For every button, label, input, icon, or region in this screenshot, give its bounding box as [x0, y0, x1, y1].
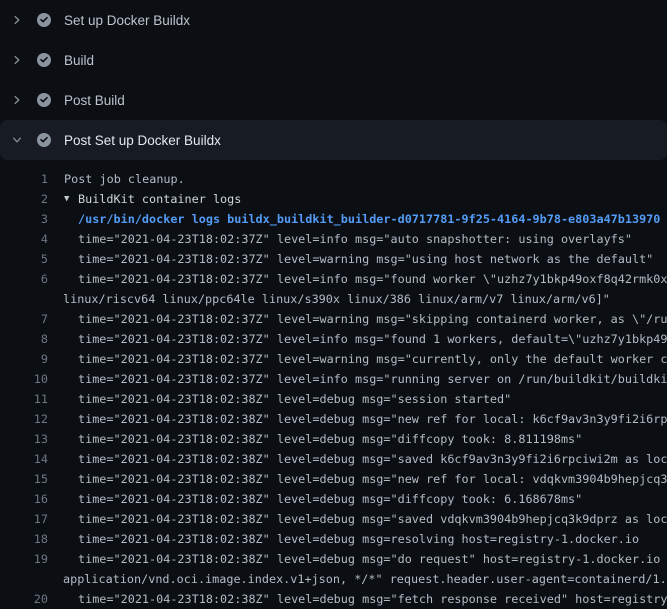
log-text: time="2021-04-23T18:02:37Z" level=warnin… — [78, 309, 667, 329]
log-text: time="2021-04-23T18:02:38Z" level=debug … — [78, 589, 667, 609]
log-line: application/vnd.oci.image.index.v1+json,… — [0, 569, 667, 589]
log-line: 8 time="2021-04-23T18:02:37Z" level=info… — [0, 329, 667, 349]
log-text: time="2021-04-23T18:02:37Z" level=info m… — [78, 229, 632, 249]
log-line: 13 time="2021-04-23T18:02:38Z" level=deb… — [0, 429, 667, 449]
chevron-right-icon[interactable] — [11, 14, 23, 26]
log-text: time="2021-04-23T18:02:38Z" level=debug … — [78, 529, 639, 549]
step-label: Post Build — [64, 93, 125, 108]
step-label: Set up Docker Buildx — [64, 13, 190, 28]
line-number[interactable]: 16 — [0, 489, 48, 509]
log-line: 10 time="2021-04-23T18:02:37Z" level=inf… — [0, 369, 667, 389]
line-number[interactable]: 15 — [0, 469, 48, 489]
step-header-0[interactable]: Set up Docker Buildx — [0, 0, 667, 40]
log-line: 4 time="2021-04-23T18:02:37Z" level=info… — [0, 229, 667, 249]
log-line: 6 time="2021-04-23T18:02:37Z" level=info… — [0, 269, 667, 289]
line-number[interactable]: 4 — [0, 229, 48, 249]
success-check-circle-icon — [37, 133, 51, 147]
chevron-down-icon[interactable] — [11, 134, 23, 146]
log-text: time="2021-04-23T18:02:38Z" level=debug … — [78, 469, 667, 489]
log-text: time="2021-04-23T18:02:38Z" level=debug … — [78, 389, 511, 409]
log-line: 20 time="2021-04-23T18:02:38Z" level=deb… — [0, 589, 667, 609]
log-line: 3 /usr/bin/docker logs buildx_buildkit_b… — [0, 209, 667, 229]
line-number[interactable]: 6 — [0, 269, 48, 289]
log-text: time="2021-04-23T18:02:38Z" level=debug … — [78, 489, 582, 509]
log-line: 11 time="2021-04-23T18:02:38Z" level=deb… — [0, 389, 667, 409]
step-label: Post Set up Docker Buildx — [64, 133, 221, 148]
step-list: Set up Docker Buildx Build P — [0, 0, 667, 160]
log-text: Post job cleanup. — [64, 169, 185, 189]
line-number[interactable]: 17 — [0, 509, 48, 529]
log-text: time="2021-04-23T18:02:37Z" level=warnin… — [78, 249, 653, 269]
step-header-1[interactable]: Build — [0, 40, 667, 80]
line-number[interactable]: 10 — [0, 369, 48, 389]
line-number[interactable]: 3 — [0, 209, 48, 229]
line-number[interactable] — [0, 289, 48, 309]
step-header-3[interactable]: Post Set up Docker Buildx — [0, 120, 667, 160]
chevron-right-icon[interactable] — [11, 54, 23, 66]
line-number[interactable]: 7 — [0, 309, 48, 329]
log-viewer: 1 Post job cleanup. 2 ▼ BuildKit contain… — [0, 160, 667, 609]
log-line: linux/riscv64 linux/ppc64le linux/s390x … — [0, 289, 667, 309]
log-text: /usr/bin/docker logs buildx_buildkit_bui… — [78, 209, 660, 229]
log-text: application/vnd.oci.image.index.v1+json,… — [63, 569, 667, 589]
success-check-circle-icon — [37, 13, 51, 27]
log-text: time="2021-04-23T18:02:38Z" level=debug … — [78, 549, 667, 569]
line-number[interactable]: 20 — [0, 589, 48, 609]
log-line: 2 ▼ BuildKit container logs — [0, 189, 667, 209]
log-line: 9 time="2021-04-23T18:02:37Z" level=warn… — [0, 349, 667, 369]
line-number[interactable]: 2 — [0, 189, 48, 209]
chevron-right-icon[interactable] — [11, 94, 23, 106]
log-text: time="2021-04-23T18:02:37Z" level=info m… — [78, 329, 667, 349]
log-text: time="2021-04-23T18:02:38Z" level=debug … — [78, 449, 667, 469]
log-line: 14 time="2021-04-23T18:02:38Z" level=deb… — [0, 449, 667, 469]
line-number[interactable]: 12 — [0, 409, 48, 429]
log-text: BuildKit container logs — [78, 189, 241, 209]
line-number[interactable]: 19 — [0, 549, 48, 569]
log-text: time="2021-04-23T18:02:37Z" level=info m… — [78, 369, 667, 389]
log-line: 12 time="2021-04-23T18:02:38Z" level=deb… — [0, 409, 667, 429]
log-line: 18 time="2021-04-23T18:02:38Z" level=deb… — [0, 529, 667, 549]
line-number[interactable]: 11 — [0, 389, 48, 409]
line-number[interactable]: 5 — [0, 249, 48, 269]
log-text: time="2021-04-23T18:02:37Z" level=warnin… — [78, 349, 667, 369]
log-line: 17 time="2021-04-23T18:02:38Z" level=deb… — [0, 509, 667, 529]
success-check-circle-icon — [37, 93, 51, 107]
line-number[interactable]: 1 — [0, 169, 48, 189]
step-header-2[interactable]: Post Build — [0, 80, 667, 120]
log-line: 5 time="2021-04-23T18:02:37Z" level=warn… — [0, 249, 667, 269]
line-number[interactable]: 14 — [0, 449, 48, 469]
log-text: time="2021-04-23T18:02:37Z" level=info m… — [78, 269, 667, 289]
line-number[interactable]: 9 — [0, 349, 48, 369]
log-text: time="2021-04-23T18:02:38Z" level=debug … — [78, 409, 667, 429]
log-line: 7 time="2021-04-23T18:02:37Z" level=warn… — [0, 309, 667, 329]
step-label: Build — [64, 53, 94, 68]
line-number[interactable] — [0, 569, 48, 589]
log-line: 19 time="2021-04-23T18:02:38Z" level=deb… — [0, 549, 667, 569]
log-line: 16 time="2021-04-23T18:02:38Z" level=deb… — [0, 489, 667, 509]
log-text: time="2021-04-23T18:02:38Z" level=debug … — [78, 429, 582, 449]
log-line: 15 time="2021-04-23T18:02:38Z" level=deb… — [0, 469, 667, 489]
group-collapse-triangle-icon[interactable]: ▼ — [64, 189, 78, 209]
line-number[interactable]: 13 — [0, 429, 48, 449]
line-number[interactable]: 8 — [0, 329, 48, 349]
success-check-circle-icon — [37, 53, 51, 67]
log-text: time="2021-04-23T18:02:38Z" level=debug … — [78, 509, 667, 529]
log-line: 1 Post job cleanup. — [0, 169, 667, 189]
line-number[interactable]: 18 — [0, 529, 48, 549]
log-text: linux/riscv64 linux/ppc64le linux/s390x … — [63, 289, 610, 309]
